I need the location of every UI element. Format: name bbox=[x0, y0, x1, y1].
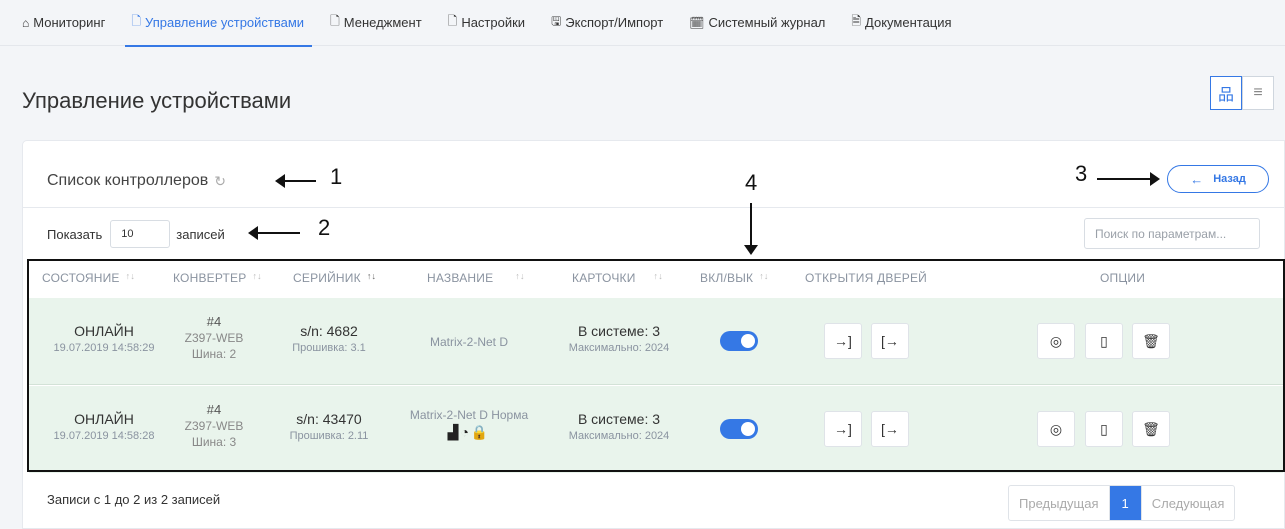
file-icon: 🗋 bbox=[131, 14, 142, 28]
nav-label: Мониторинг bbox=[33, 15, 106, 30]
nav-label: Настройки bbox=[461, 15, 526, 30]
nav-label: Управление устройствами bbox=[145, 15, 305, 30]
list-view-icon[interactable]: ≡ bbox=[1242, 76, 1274, 110]
nav-label: Менеджмент bbox=[343, 15, 422, 30]
nav-item-system-log[interactable]: 🗓 Системный журнал bbox=[689, 0, 825, 46]
nav-label: Экспорт/Импорт bbox=[565, 15, 664, 30]
nav-item-monitoring[interactable]: ⌂ Мониторинг bbox=[22, 0, 105, 46]
view-toggle: 品 ≡ bbox=[1210, 76, 1274, 110]
page-length-control: Показать записей bbox=[47, 220, 225, 248]
page-length-input[interactable] bbox=[110, 220, 171, 248]
nav-label: Системный журнал bbox=[708, 15, 826, 30]
top-navigation: ⌂ Мониторинг 🗋 Управление устройствами 🗋 Ме… bbox=[0, 0, 1285, 47]
annotation-arrow-3 bbox=[1097, 172, 1160, 186]
annotation-label-1: 1 bbox=[330, 164, 343, 189]
nav-item-management[interactable]: 🗋 Менеджмент bbox=[330, 0, 422, 46]
annotation-arrow-1 bbox=[275, 174, 316, 188]
calendar-icon: 🗓 bbox=[689, 15, 705, 30]
card-title-text: Список контроллеров bbox=[47, 172, 209, 189]
save-icon: 🖫 bbox=[551, 14, 562, 28]
back-button-label: Назад bbox=[1213, 173, 1246, 185]
next-page-button[interactable]: Следующая bbox=[1140, 486, 1235, 520]
table-highlight-frame bbox=[27, 259, 1285, 472]
back-button[interactable]: ← Назад bbox=[1167, 165, 1269, 193]
search-input[interactable] bbox=[1084, 218, 1260, 249]
card-title: Список контроллеров ↻ bbox=[47, 172, 226, 190]
prev-page-button[interactable]: Предыдущая bbox=[1009, 486, 1108, 520]
card-divider bbox=[23, 207, 1285, 208]
annotation-label-2: 2 bbox=[318, 215, 331, 240]
nav-item-device-management[interactable]: 🗋 Управление устройствами bbox=[125, 0, 312, 47]
home-icon: ⌂ bbox=[22, 15, 30, 30]
page-1-button[interactable]: 1 bbox=[1108, 486, 1141, 520]
nav-item-settings[interactable]: 🗋 Настройки bbox=[448, 0, 525, 46]
refresh-icon[interactable]: ↻ bbox=[214, 173, 226, 190]
nav-label: Документация bbox=[865, 15, 952, 30]
pagination: Предыдущая 1 Следующая bbox=[1008, 485, 1236, 521]
page-title: Управление устройствами bbox=[22, 88, 292, 113]
annotation-label-4: 4 bbox=[745, 170, 758, 195]
document-icon: 🗎 bbox=[851, 14, 862, 28]
file-icon: 🗋 bbox=[447, 14, 458, 28]
annotation-arrow-2 bbox=[248, 226, 300, 240]
annotation-label-3: 3 bbox=[1075, 161, 1088, 186]
nav-item-export-import[interactable]: 🖫 Экспорт/Импорт bbox=[551, 0, 663, 46]
records-summary: Записи с 1 до 2 из 2 записей bbox=[47, 492, 221, 507]
show-label: Показать bbox=[47, 226, 103, 242]
file-icon: 🗋 bbox=[330, 14, 340, 28]
arrow-left-icon: ← bbox=[1190, 171, 1204, 187]
nav-item-documentation[interactable]: 🗎 Документация bbox=[851, 0, 951, 46]
tree-view-icon[interactable]: 品 bbox=[1210, 76, 1242, 110]
annotation-arrow-4 bbox=[744, 203, 758, 255]
records-label: записей bbox=[176, 226, 225, 242]
